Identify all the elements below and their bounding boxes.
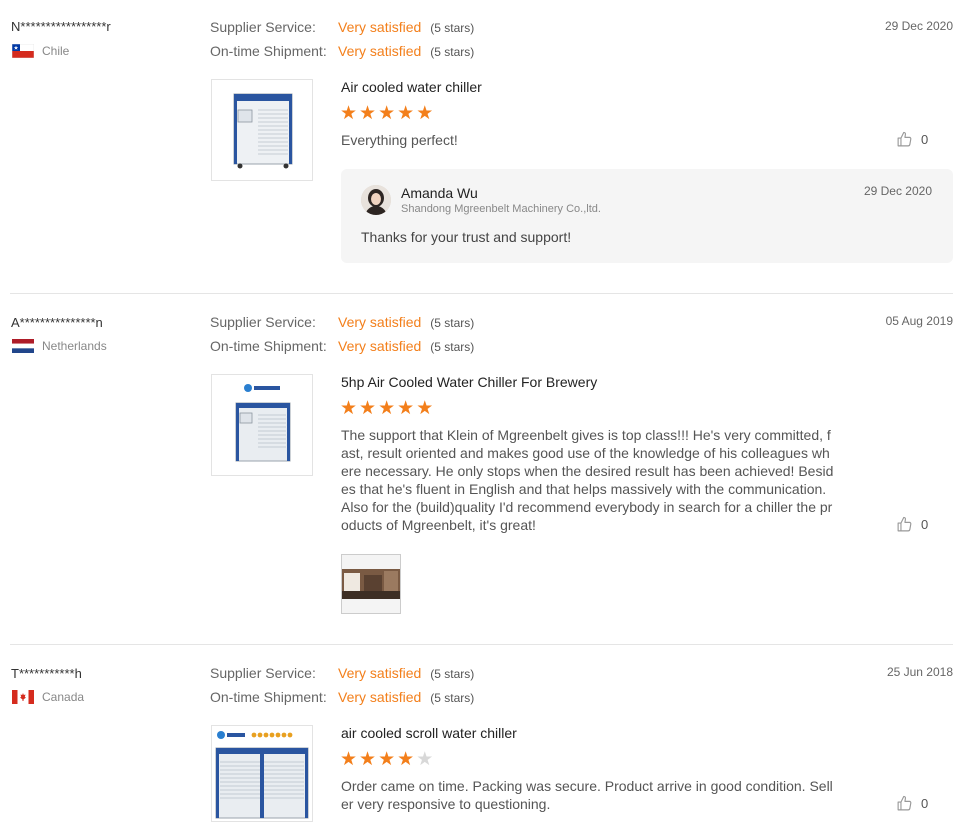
star-icon: ★ xyxy=(416,103,434,124)
star-icon: ★ xyxy=(416,398,434,419)
supplier-service-rating: Supplier Service: Very satisfied (5 star… xyxy=(210,665,474,681)
star-icon: ★ xyxy=(340,103,358,124)
product-rating-stars: ★ ★ ★ ★ ★ xyxy=(340,399,433,418)
supplier-service-stars: (5 stars) xyxy=(430,316,475,330)
thumbs-up-icon xyxy=(897,516,912,532)
reply-author-company: Shandong Mgreenbelt Machinery Co.,ltd. xyxy=(401,203,601,215)
product-title[interactable]: 5hp Air Cooled Water Chiller For Brewery xyxy=(341,374,597,390)
buyer-name: N*****************r xyxy=(11,19,111,34)
supplier-service-rating: Supplier Service: Very satisfied (5 star… xyxy=(210,19,474,35)
thumbs-up-icon xyxy=(897,795,912,811)
product-image[interactable] xyxy=(211,374,313,476)
supplier-service-label: Supplier Service: xyxy=(210,314,316,330)
country-name: Netherlands xyxy=(42,339,107,353)
like-count: 0 xyxy=(921,132,929,147)
shipment-rating: On-time Shipment: Very satisfied (5 star… xyxy=(210,338,474,354)
review-divider xyxy=(10,293,953,294)
buyer-name: A***************n xyxy=(11,315,103,330)
supplier-service-value: Very satisfied xyxy=(338,19,422,35)
star-icon: ★ xyxy=(397,398,415,419)
shipment-stars: (5 stars) xyxy=(430,691,475,705)
supplier-service-rating: Supplier Service: Very satisfied (5 star… xyxy=(210,314,474,330)
supplier-service-label: Supplier Service: xyxy=(210,19,316,35)
product-rating-stars: ★ ★ ★ ★ ★ xyxy=(340,104,433,123)
product-image[interactable] xyxy=(211,725,313,822)
reply-author-name: Amanda Wu xyxy=(401,185,478,201)
avatar xyxy=(361,185,391,215)
review-comment: The support that Klein of Mgreenbelt giv… xyxy=(341,427,834,533)
star-icon: ★ xyxy=(378,749,396,770)
product-image[interactable] xyxy=(211,79,313,181)
country-name: Chile xyxy=(42,44,70,58)
shipment-label: On-time Shipment: xyxy=(210,338,327,354)
supplier-service-label: Supplier Service: xyxy=(210,665,316,681)
reply-date: 29 Dec 2020 xyxy=(863,184,932,198)
supplier-service-stars: (5 stars) xyxy=(430,21,475,35)
shipment-stars: (5 stars) xyxy=(430,45,475,59)
buyer-country: Canada xyxy=(12,690,84,704)
product-title[interactable]: Air cooled water chiller xyxy=(341,79,482,95)
star-icon: ★ xyxy=(397,749,415,770)
star-icon: ★ xyxy=(416,749,434,770)
shipment-value: Very satisfied xyxy=(338,43,422,59)
review-date: 29 Dec 2020 xyxy=(884,19,953,33)
review-comment: Order came on time. Packing was secure. … xyxy=(341,778,833,812)
star-icon: ★ xyxy=(378,398,396,419)
review-date: 25 Jun 2018 xyxy=(886,665,953,679)
shipment-value: Very satisfied xyxy=(338,689,422,705)
star-icon: ★ xyxy=(340,398,358,419)
supplier-reply: Amanda Wu Shandong Mgreenbelt Machinery … xyxy=(341,169,953,263)
buyer-country: Netherlands xyxy=(12,339,107,353)
like-button[interactable]: 0 xyxy=(896,131,928,148)
like-button[interactable]: 0 xyxy=(896,516,928,533)
star-icon: ★ xyxy=(359,398,377,419)
review-photo-thumbnail[interactable] xyxy=(341,554,401,614)
star-icon: ★ xyxy=(359,103,377,124)
shipment-label: On-time Shipment: xyxy=(210,43,327,59)
star-icon: ★ xyxy=(397,103,415,124)
shipment-value: Very satisfied xyxy=(338,338,422,354)
star-icon: ★ xyxy=(359,749,377,770)
shipment-label: On-time Shipment: xyxy=(210,689,327,705)
buyer-country: Chile xyxy=(12,44,69,58)
netherlands-flag-icon xyxy=(12,339,34,353)
supplier-service-value: Very satisfied xyxy=(338,314,422,330)
canada-flag-icon xyxy=(12,690,34,704)
thumbs-up-icon xyxy=(897,131,912,147)
review-date: 05 Aug 2019 xyxy=(885,314,953,328)
supplier-service-value: Very satisfied xyxy=(338,665,422,681)
shipment-stars: (5 stars) xyxy=(430,340,475,354)
like-count: 0 xyxy=(921,517,929,532)
product-title[interactable]: air cooled scroll water chiller xyxy=(341,725,517,741)
shipment-rating: On-time Shipment: Very satisfied (5 star… xyxy=(210,43,474,59)
product-rating-stars: ★ ★ ★ ★ ★ xyxy=(340,750,433,769)
star-icon: ★ xyxy=(340,749,358,770)
star-icon: ★ xyxy=(378,103,396,124)
like-button[interactable]: 0 xyxy=(896,795,928,812)
review-divider xyxy=(10,644,953,645)
country-name: Canada xyxy=(42,690,85,704)
buyer-name: T***********h xyxy=(11,666,82,681)
shipment-rating: On-time Shipment: Very satisfied (5 star… xyxy=(210,689,474,705)
chile-flag-icon xyxy=(12,44,34,58)
like-count: 0 xyxy=(921,796,929,811)
review-comment: Everything perfect! xyxy=(341,132,458,148)
reply-text: Thanks for your trust and support! xyxy=(361,229,572,245)
supplier-service-stars: (5 stars) xyxy=(430,667,475,681)
